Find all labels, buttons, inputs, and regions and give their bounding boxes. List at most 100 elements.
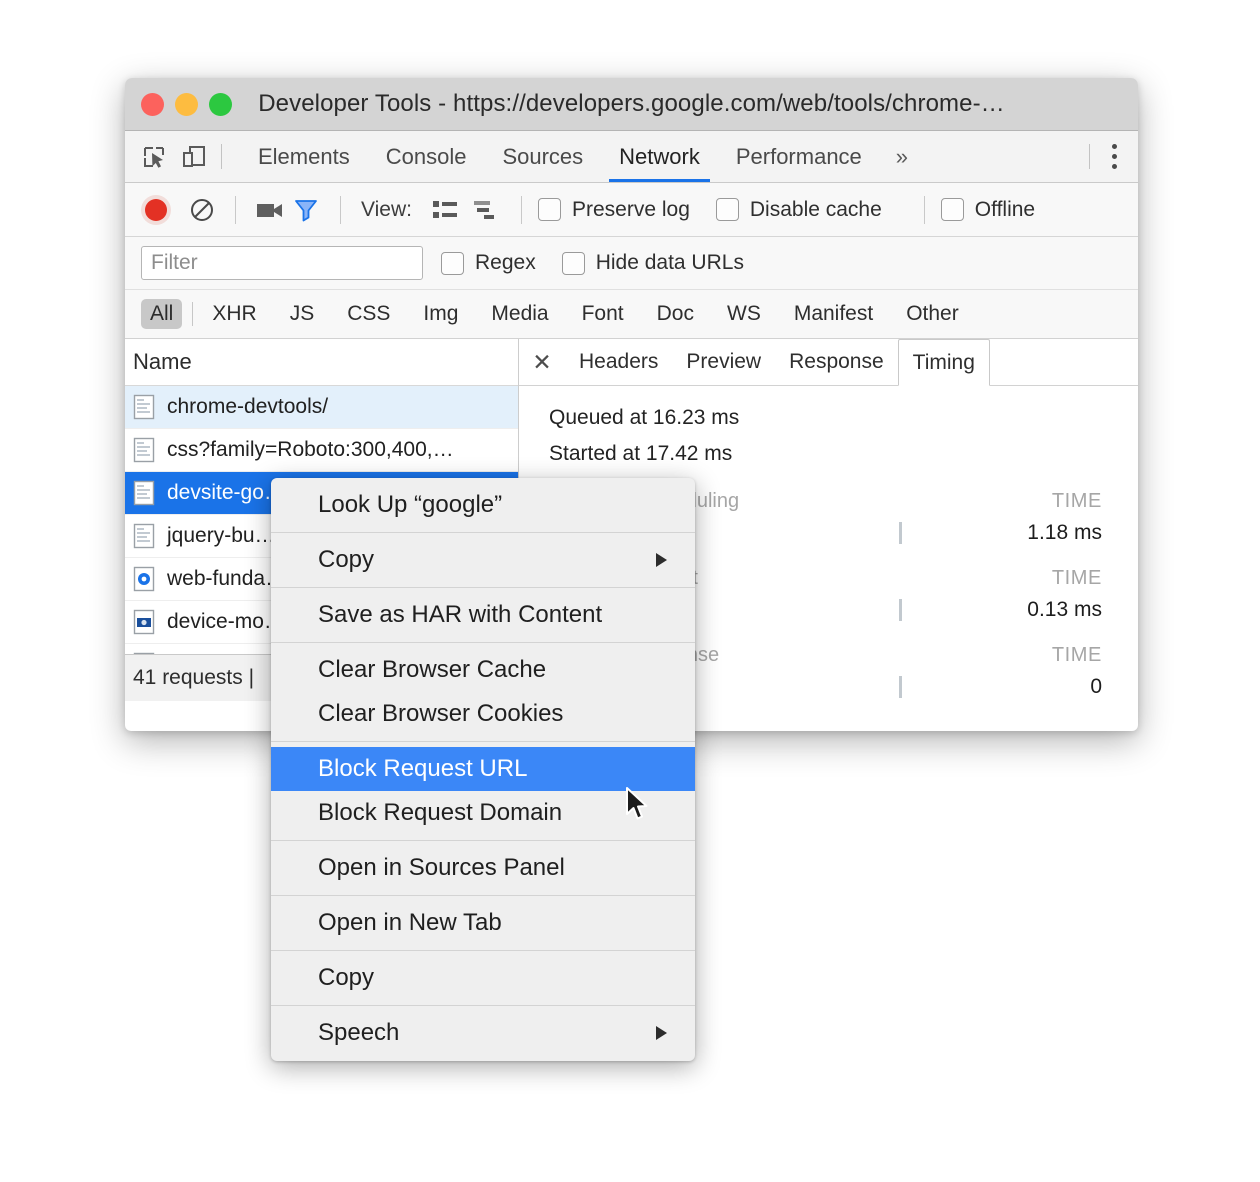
request-name: device-mo…: [167, 610, 285, 633]
document-icon: [133, 480, 155, 506]
table-row[interactable]: chrome-devtools/: [125, 386, 518, 429]
tab-timing[interactable]: Timing: [897, 339, 990, 386]
maximize-window-button[interactable]: [209, 92, 232, 116]
menu-item-copy-top[interactable]: Copy: [271, 538, 695, 582]
list-view-icon[interactable]: [425, 194, 465, 226]
timing-bar: [899, 676, 902, 699]
disable-cache-box[interactable]: [715, 198, 739, 221]
kebab-menu-icon[interactable]: [1090, 131, 1138, 182]
tabbar-icon-group: [125, 131, 221, 182]
timing-row-value: 1.18 ms: [1027, 521, 1102, 545]
menu-separator: [271, 642, 695, 643]
tab-network[interactable]: Network: [601, 131, 718, 182]
document-icon: [133, 394, 155, 420]
menu-item-block-request-url[interactable]: Block Request URL: [271, 747, 695, 791]
menu-separator: [271, 1005, 695, 1006]
disable-cache-label: Disable cache: [749, 197, 882, 221]
document-icon: [133, 523, 155, 549]
request-name: chrome-devtools/: [167, 395, 329, 418]
preserve-log-checkbox[interactable]: Preserve log: [537, 197, 690, 222]
tab-preview[interactable]: Preview: [672, 339, 775, 385]
type-filter-media[interactable]: Media: [482, 299, 557, 329]
tab-network-label: Network: [619, 143, 700, 169]
type-filter-manifest[interactable]: Manifest: [785, 299, 882, 329]
timing-started: Started at 17.42 ms: [549, 442, 733, 466]
close-window-button[interactable]: [141, 92, 164, 116]
tab-performance-label: Performance: [735, 143, 862, 169]
menu-separator: [271, 741, 695, 742]
type-filter-js[interactable]: JS: [281, 299, 324, 329]
offline-label: Offline: [974, 197, 1036, 221]
menu-item-label: Open in New Tab: [318, 909, 502, 936]
tab-console[interactable]: Console: [368, 131, 485, 182]
menu-item-label: Open in Sources Panel: [318, 854, 565, 881]
record-button[interactable]: [139, 193, 173, 227]
tab-response[interactable]: Response: [775, 339, 898, 385]
timing-bar: [899, 599, 902, 622]
menu-separator: [271, 895, 695, 896]
menu-item-speech[interactable]: Speech: [271, 1011, 695, 1055]
disable-cache-checkbox[interactable]: Disable cache: [715, 197, 882, 222]
window-controls: [141, 92, 232, 116]
column-header-name[interactable]: Name: [125, 339, 518, 386]
window-title: Developer Tools - https://developers.goo…: [258, 90, 1005, 117]
device-toolbar-icon[interactable]: [181, 144, 207, 170]
tab-performance[interactable]: Performance: [718, 131, 880, 182]
table-row[interactable]: css?family=Roboto:300,400,…: [125, 429, 518, 472]
menu-item-label: Block Request URL: [318, 755, 528, 782]
offline-checkbox[interactable]: Offline: [940, 197, 1036, 222]
type-filter-other[interactable]: Other: [897, 299, 968, 329]
submenu-arrow-icon: [656, 553, 667, 567]
menu-item-label: Speech: [318, 1019, 400, 1046]
type-filter-row: All XHR JS CSS Img Media Font Doc WS Man…: [125, 290, 1138, 339]
regex-box[interactable]: [441, 251, 464, 275]
preserve-log-box[interactable]: [537, 198, 561, 221]
hide-data-urls-checkbox[interactable]: Hide data URLs: [561, 251, 744, 275]
type-filter-all[interactable]: All: [141, 299, 183, 329]
tab-sources[interactable]: Sources: [484, 131, 601, 182]
request-name: devsite-go…: [167, 481, 285, 504]
menu-item-open-in-sources-panel[interactable]: Open in Sources Panel: [271, 846, 695, 890]
menu-item-look-up[interactable]: Look Up “google”: [271, 483, 695, 527]
type-filter-img[interactable]: Img: [414, 299, 467, 329]
request-name: css?family=Roboto:300,400,…: [167, 438, 454, 461]
menu-item-open-in-new-tab[interactable]: Open in New Tab: [271, 901, 695, 945]
menu-item-save-as-har[interactable]: Save as HAR with Content: [271, 593, 695, 637]
type-filter-doc[interactable]: Doc: [648, 299, 703, 329]
devtools-tabs: Elements Console Sources Network Perform…: [222, 131, 1089, 182]
inspect-element-icon[interactable]: [141, 144, 167, 170]
timing-bar: [899, 522, 902, 545]
document-icon: [133, 437, 155, 463]
menu-item-label: Block Request Domain: [318, 799, 563, 826]
type-filter-css[interactable]: CSS: [338, 299, 399, 329]
type-filter-font[interactable]: Font: [573, 299, 633, 329]
type-filter-list: XHR JS CSS Img Media Font Doc WS Manifes…: [203, 299, 971, 329]
menu-item-clear-browser-cookies[interactable]: Clear Browser Cookies: [271, 692, 695, 736]
hide-data-urls-box[interactable]: [561, 251, 585, 275]
context-menu: Look Up “google” Copy Save as HAR with C…: [271, 478, 695, 1061]
menu-item-copy-bottom[interactable]: Copy: [271, 956, 695, 1000]
preserve-log-label: Preserve log: [571, 197, 690, 221]
menu-item-block-request-domain[interactable]: Block Request Domain: [271, 791, 695, 835]
clear-button[interactable]: [185, 193, 219, 227]
tabbar-right: [1089, 131, 1138, 182]
gear-document-icon: [133, 566, 155, 592]
waterfall-view-icon[interactable]: [465, 194, 505, 226]
filter-input[interactable]: [141, 246, 423, 280]
type-filter-ws[interactable]: WS: [718, 299, 770, 329]
regex-checkbox[interactable]: Regex: [441, 251, 536, 275]
more-tabs-button[interactable]: »: [880, 131, 924, 182]
tab-elements[interactable]: Elements: [240, 131, 368, 182]
timing-row-value: 0: [1090, 675, 1102, 699]
menu-item-label: Clear Browser Cache: [318, 656, 547, 683]
tab-headers[interactable]: Headers: [565, 339, 672, 385]
close-icon[interactable]: ✕: [519, 339, 565, 385]
camera-icon[interactable]: [252, 193, 288, 227]
menu-item-label: Look Up “google”: [318, 491, 503, 518]
type-filter-xhr[interactable]: XHR: [203, 299, 265, 329]
offline-box[interactable]: [940, 198, 964, 221]
funnel-icon[interactable]: [288, 193, 324, 227]
menu-item-clear-browser-cache[interactable]: Clear Browser Cache: [271, 648, 695, 692]
tab-elements-label: Elements: [258, 143, 350, 169]
minimize-window-button[interactable]: [175, 92, 198, 116]
